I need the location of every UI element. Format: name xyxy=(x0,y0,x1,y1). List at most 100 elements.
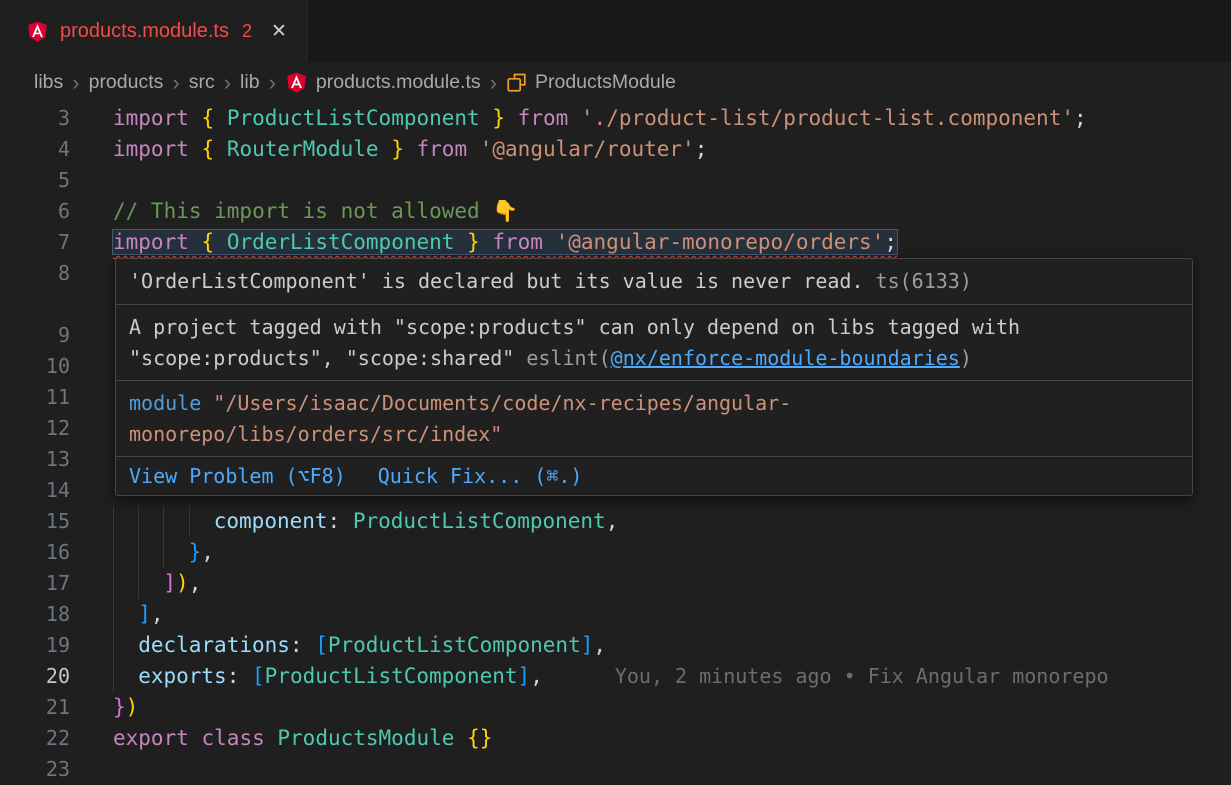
code-token: ProductListComponent xyxy=(328,633,581,657)
code-token: ProductListComponent xyxy=(227,106,480,130)
code-token: [ xyxy=(315,633,328,657)
code-content: import { ProductListComponent } from './… xyxy=(113,103,1087,134)
line-number: 13 xyxy=(0,444,70,475)
code-line-19[interactable]: 19 declarations: [ProductListComponent], xyxy=(0,630,1231,661)
code-content: ], xyxy=(113,599,164,630)
tab-label: products.module.ts xyxy=(60,20,229,43)
code-line-20[interactable]: 20 exports: [ProductListComponent],You, … xyxy=(0,661,1231,692)
code-token: { xyxy=(202,137,215,161)
code-content: export class ProductsModule {} xyxy=(113,723,492,754)
angular-icon xyxy=(285,70,308,95)
indent-guide xyxy=(138,568,163,599)
code-token: } xyxy=(391,137,404,161)
code-token: , xyxy=(606,509,619,533)
hover-eslint-problem: A project tagged with "scope:products" c… xyxy=(116,304,1192,380)
line-number xyxy=(0,289,70,320)
quick-fix-button[interactable]: Quick Fix... (⌘.) xyxy=(378,464,583,488)
code-token: ProductsModule xyxy=(277,726,454,750)
breadcrumb-label: lib xyxy=(240,71,260,94)
line-number: 6 xyxy=(0,196,70,227)
line-number: 8 xyxy=(0,258,70,289)
line-number: 22 xyxy=(0,723,70,754)
breadcrumb-label: libs xyxy=(34,71,63,94)
error-highlight-range: import { OrderListComponent } from '@ang… xyxy=(113,230,897,254)
code-line-22[interactable]: 22 export class ProductsModule {} xyxy=(0,723,1231,754)
breadcrumb-item-productsmodule[interactable]: ProductsModule xyxy=(506,71,676,94)
code-line-6[interactable]: 6// This import is not allowed 👇 xyxy=(0,196,1231,227)
code-token: ; xyxy=(884,230,897,254)
code-token: , xyxy=(593,633,606,657)
code-token xyxy=(214,106,227,130)
code-token xyxy=(404,137,417,161)
breadcrumb-item-lib[interactable]: lib xyxy=(240,71,260,94)
code-token xyxy=(214,137,227,161)
code-token xyxy=(467,137,480,161)
hover-popup: 'OrderListComponent' is declared but its… xyxy=(115,258,1193,496)
indent-guide xyxy=(113,537,138,568)
breadcrumb-item-libs[interactable]: libs xyxy=(34,71,63,94)
line-number: 18 xyxy=(0,599,70,630)
code-token: class xyxy=(202,726,265,750)
view-problem-button[interactable]: View Problem (⌥F8) xyxy=(129,464,346,488)
code-token: component xyxy=(214,509,328,533)
code-token: , xyxy=(201,540,214,564)
code-line-4[interactable]: 4import { RouterModule } from '@angular/… xyxy=(0,134,1231,165)
code-token: ) xyxy=(176,571,189,595)
git-blame-annotation: You, 2 minutes ago • Fix Angular monorep… xyxy=(615,664,1109,688)
code-line-3[interactable]: 3 import { ProductListComponent } from '.… xyxy=(0,103,1231,134)
code-token: } xyxy=(189,540,202,564)
chevron-right-icon: › xyxy=(224,72,231,94)
eslint-message-line2: "scope:products", "scope:shared" eslint(… xyxy=(129,343,1179,374)
code-line-16[interactable]: 16 }, xyxy=(0,537,1231,568)
code-token: OrderListComponent xyxy=(227,230,455,254)
line-number: 20 xyxy=(0,661,70,692)
code-token: ] xyxy=(138,602,151,626)
module-path-line2: monorepo/libs/orders/src/index" xyxy=(129,419,1179,450)
breadcrumb-item-products[interactable]: products xyxy=(89,71,164,94)
editor[interactable]: 3 import { ProductListComponent } from '.… xyxy=(0,103,1231,785)
code-token xyxy=(454,726,467,750)
line-number: 4 xyxy=(0,134,70,165)
code-content: declarations: [ProductListComponent], xyxy=(113,630,606,661)
chevron-right-icon: › xyxy=(72,72,79,94)
code-token: } xyxy=(467,230,480,254)
code-token: import xyxy=(113,106,189,130)
code-line-17[interactable]: 17 ]), xyxy=(0,568,1231,599)
code-line-5[interactable]: 5 xyxy=(0,165,1231,196)
indent-guide xyxy=(138,506,163,537)
code-line-23[interactable]: 23 xyxy=(0,754,1231,785)
line-number: 16 xyxy=(0,537,70,568)
line-number: 5 xyxy=(0,165,70,196)
vscode-window: products.module.ts 2 ✕ libs › products › src… xyxy=(0,0,1231,780)
eslint-rule-link[interactable]: @nx/enforce-module-boundaries xyxy=(611,346,960,370)
line-number: 19 xyxy=(0,630,70,661)
tab-products-module[interactable]: products.module.ts 2 ✕ xyxy=(0,0,308,62)
code-token: } xyxy=(492,106,505,130)
code-token: ProductListComponent xyxy=(265,664,518,688)
code-token: import xyxy=(113,230,189,254)
code-token: , xyxy=(151,602,164,626)
code-token: } xyxy=(113,695,126,719)
ts-problem-message: 'OrderListComponent' is declared but its… xyxy=(129,269,864,293)
code-token: declarations xyxy=(138,633,290,657)
code-line-7[interactable]: 7import { OrderListComponent } from '@an… xyxy=(0,227,1231,258)
code-line-18[interactable]: 18 ], xyxy=(0,599,1231,630)
breadcrumb-item-products-module-ts[interactable]: products.module.ts xyxy=(285,70,481,95)
code-token: RouterModule xyxy=(227,137,379,161)
line-number: 3 xyxy=(0,103,70,134)
code-token xyxy=(214,230,227,254)
code-content: ]), xyxy=(113,568,201,599)
module-line1: module "/Users/isaac/Documents/code/nx-r… xyxy=(129,388,1179,419)
code-token: [ xyxy=(252,664,265,688)
code-line-15[interactable]: 15 component: ProductListComponent, xyxy=(0,506,1231,537)
line-number: 17 xyxy=(0,568,70,599)
close-icon[interactable]: ✕ xyxy=(271,20,287,43)
code-token: : xyxy=(328,509,353,533)
code-line-21[interactable]: 21}) xyxy=(0,692,1231,723)
code-content: import { OrderListComponent } from '@ang… xyxy=(113,227,897,258)
breadcrumb-item-src[interactable]: src xyxy=(189,71,215,94)
code-token xyxy=(543,230,556,254)
class-icon xyxy=(506,72,527,93)
indent-guide xyxy=(163,537,188,568)
code-token: ; xyxy=(1074,106,1087,130)
